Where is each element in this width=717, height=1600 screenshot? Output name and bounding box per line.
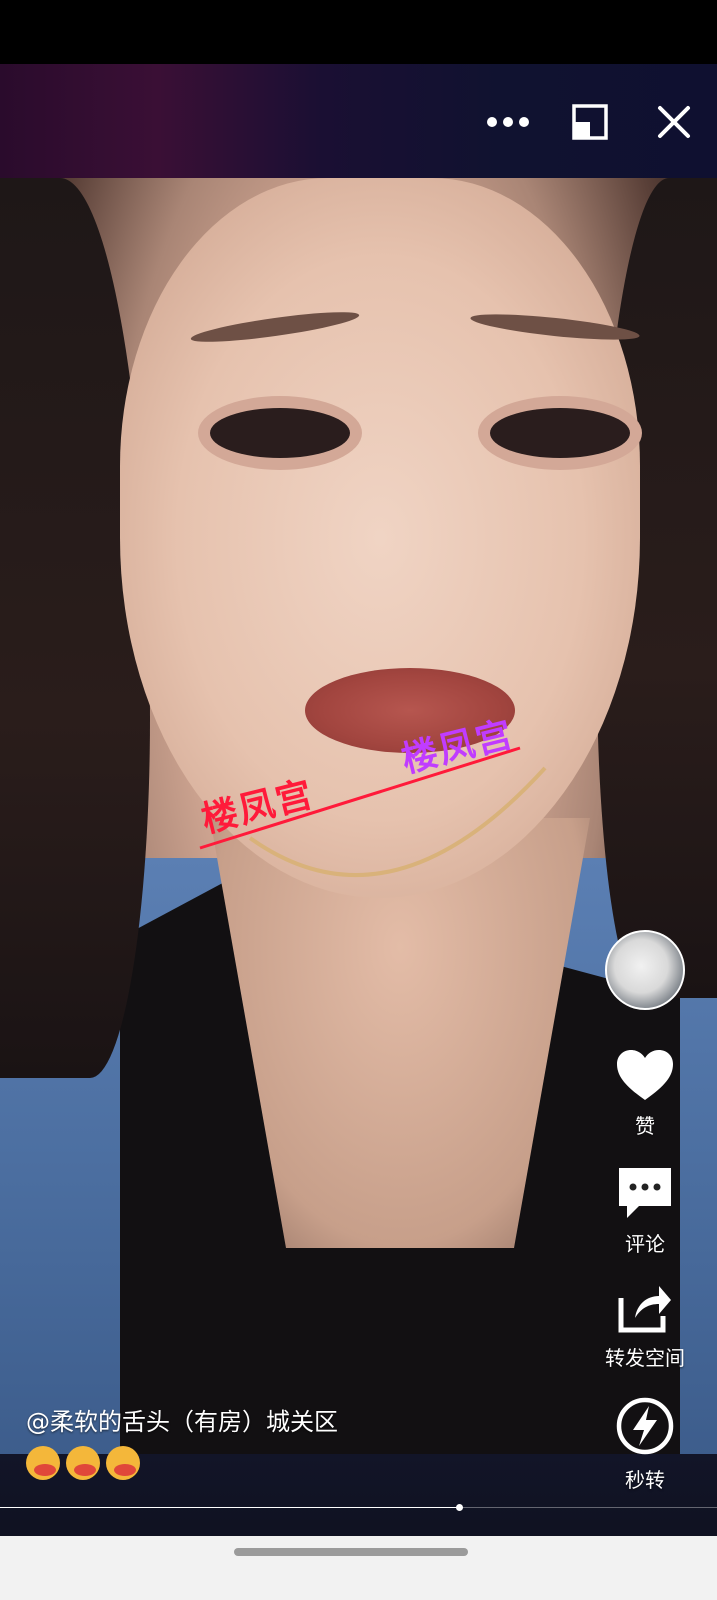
drooling-face-emoji (106, 1446, 140, 1480)
cat-avatar[interactable] (605, 930, 685, 1010)
picture-in-picture-button[interactable] (560, 92, 620, 152)
video-frame[interactable]: 楼凤宫 楼凤宫 (0, 178, 717, 1454)
close-icon (658, 106, 690, 138)
comment-label: 评论 (625, 1232, 665, 1256)
lightning-circle-icon (616, 1397, 674, 1455)
caption-emoji-row (26, 1446, 140, 1480)
drooling-face-emoji (26, 1446, 60, 1480)
top-bar (0, 64, 717, 178)
video-progress-bar[interactable] (0, 1504, 717, 1511)
share-button[interactable]: 转发空间 (600, 1282, 690, 1371)
like-label: 赞 (635, 1114, 655, 1138)
share-icon (618, 1286, 671, 1333)
close-button[interactable] (644, 92, 704, 152)
picture-in-picture-icon (572, 104, 608, 140)
more-options-button[interactable] (478, 92, 538, 152)
video-progress-knob[interactable] (456, 1504, 463, 1511)
comment-icon (619, 1168, 671, 1218)
comment-button[interactable]: 评论 (600, 1166, 690, 1257)
video-caption[interactable]: @柔软的舌头（有房）城关区 (26, 1402, 338, 1437)
share-label: 转发空间 (605, 1346, 685, 1370)
necklace-decoration (199, 746, 547, 877)
quick-forward-label: 秒转 (625, 1468, 665, 1492)
home-gesture-handle[interactable] (234, 1548, 468, 1556)
drooling-face-emoji (66, 1446, 100, 1480)
like-button[interactable]: 赞 (600, 1048, 690, 1139)
more-horizontal-icon (487, 117, 529, 127)
quick-forward-button[interactable]: 秒转 (600, 1396, 690, 1493)
system-nav-bar (0, 1536, 717, 1600)
heart-icon (617, 1050, 673, 1100)
video-progress-fill (0, 1507, 459, 1508)
status-bar (0, 0, 717, 64)
